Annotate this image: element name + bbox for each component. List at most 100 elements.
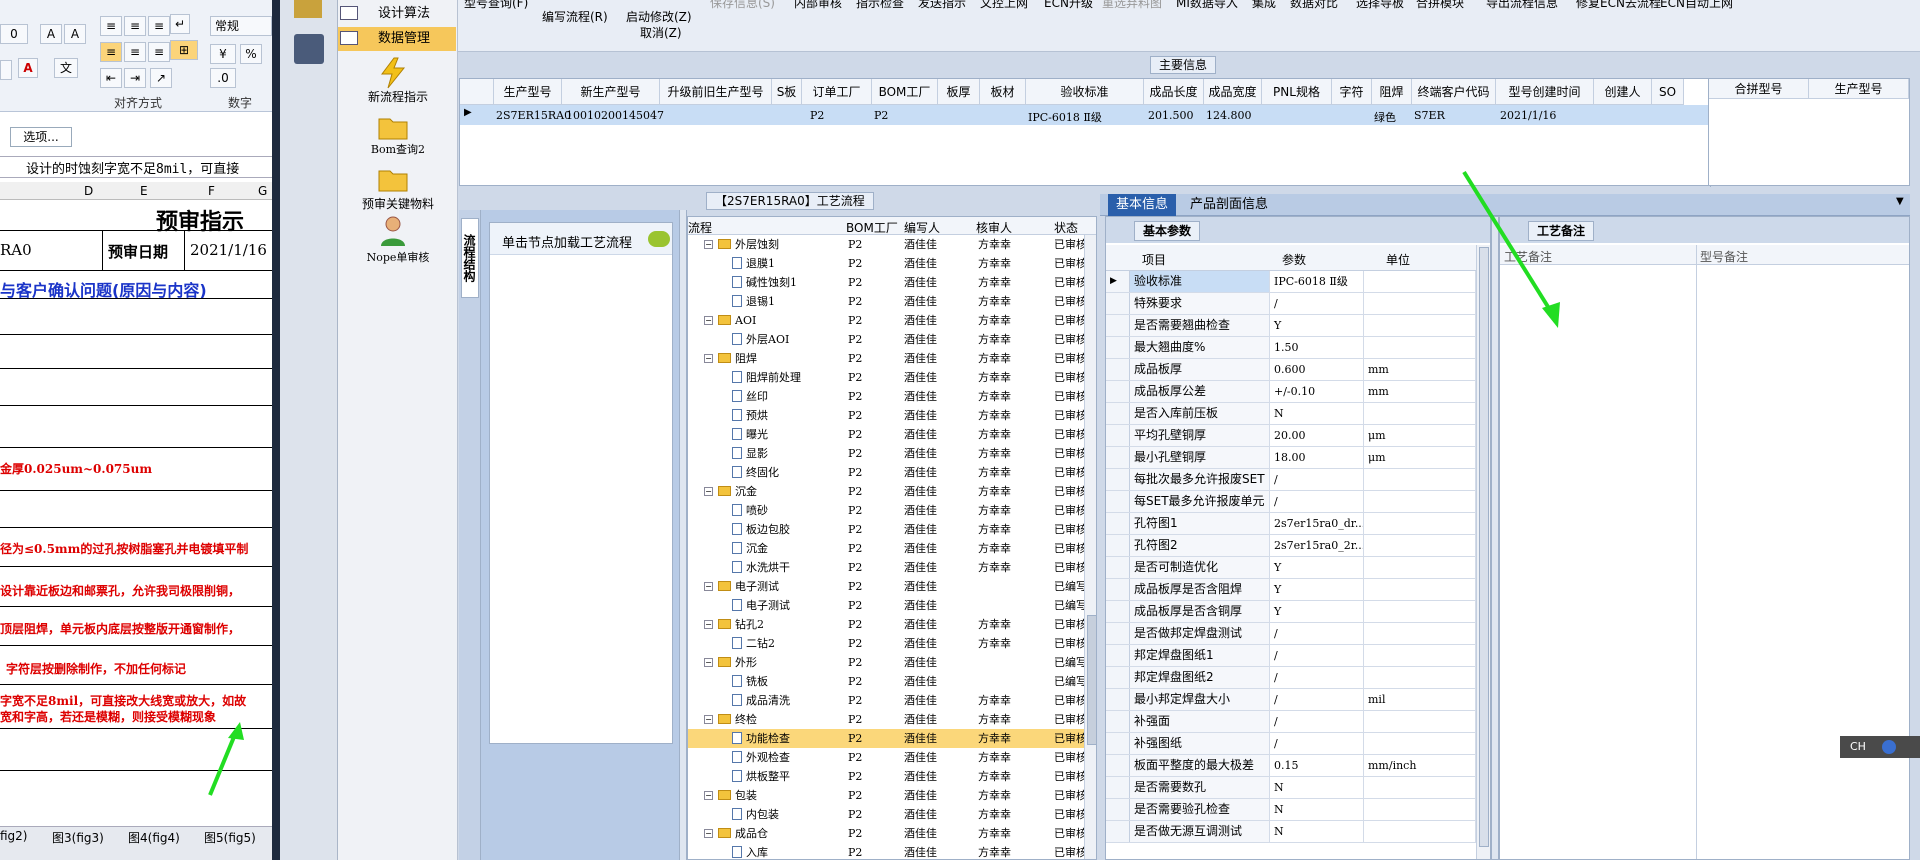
process-row[interactable]: 成品仓 − P2 酒佳佳 方幸幸 已审核 <box>688 824 1084 843</box>
th-creator[interactable]: 创建人 <box>1594 79 1652 105</box>
param-row[interactable]: 最小邦定焊盘大小 / mil <box>1106 689 1476 711</box>
param-value[interactable]: Y <box>1270 557 1364 578</box>
select-board-button[interactable]: 选择导板 <box>1356 0 1404 11</box>
node-load-box[interactable]: 单击节点加载工艺流程 <box>489 222 673 744</box>
data-compare-button[interactable]: 数据对比 <box>1290 0 1338 11</box>
align-top-button[interactable]: ≡ <box>100 16 122 36</box>
process-row[interactable]: 内包装 P2 酒佳佳 方幸幸 已审核 <box>688 805 1084 824</box>
process-row[interactable]: 板边包胶 P2 酒佳佳 方幸幸 已审核 <box>688 520 1084 539</box>
export-process-button[interactable]: 导出流程信息 <box>1486 0 1558 11</box>
row-selector[interactable] <box>1106 623 1130 644</box>
param-row[interactable]: 板面平整度的最大极差 0.15 mm/inch <box>1106 755 1476 777</box>
write-process-button[interactable]: 编写流程(R) <box>542 8 608 25</box>
bom-query-label[interactable]: Bom查询2 <box>338 141 458 157</box>
row-selector[interactable] <box>1106 601 1130 622</box>
param-row[interactable]: 是否做无源互调测试 N <box>1106 821 1476 843</box>
row-selector[interactable] <box>1106 667 1130 688</box>
increase-decimal-button[interactable]: .0 <box>210 68 236 88</box>
row-selector[interactable] <box>1106 711 1130 732</box>
param-row[interactable]: 是否需要验孔检查 N <box>1106 799 1476 821</box>
row-selector[interactable] <box>1106 689 1130 710</box>
param-row[interactable]: ▶ 验收标准 IPC-6018 Ⅱ级 <box>1106 271 1476 293</box>
reselect-material-button[interactable]: 重选弃料图 <box>1102 0 1162 11</box>
process-row[interactable]: 外层蚀刻 − P2 酒佳佳 方幸幸 已审核 <box>688 235 1084 254</box>
param-row[interactable]: 邦定焊盘图纸2/ <box>1106 667 1476 689</box>
process-row[interactable]: 沉金 − P2 酒佳佳 方幸幸 已审核 <box>688 482 1084 501</box>
process-scroll-thumb[interactable] <box>1087 615 1096 745</box>
param-value[interactable]: 2s7er15ra0_2r... <box>1270 535 1364 556</box>
th-param[interactable]: 参数 <box>1282 251 1306 268</box>
th-item[interactable]: 项目 <box>1142 251 1166 268</box>
font-size-box[interactable]: 0 <box>0 24 28 44</box>
param-value[interactable]: N <box>1270 403 1364 424</box>
th-customer[interactable]: 终端客户代码 <box>1412 79 1496 105</box>
param-row[interactable]: 成品板厚 0.600 mm <box>1106 359 1476 381</box>
param-value[interactable]: / <box>1270 293 1364 314</box>
start-modify-button[interactable]: 启动修改(Z) <box>626 8 692 25</box>
param-value[interactable]: / <box>1270 623 1364 644</box>
ecn-auto-button[interactable]: ECN自动上网 <box>1660 0 1733 11</box>
folder-icon[interactable] <box>376 162 410 196</box>
ecn-upgrade-button[interactable]: ECN升级 <box>1044 0 1093 11</box>
nope-review-label[interactable]: Nope单审核 <box>338 249 458 265</box>
menu-design-algorithm[interactable]: 设计算法 <box>338 2 456 26</box>
currency-button[interactable]: ¥ <box>210 44 236 64</box>
formula-bar[interactable]: 设计的时蚀刻字宽不足8mil，可直接 <box>26 158 239 177</box>
th-material[interactable]: 板材 <box>980 79 1026 105</box>
phonetic-button[interactable]: 文 <box>54 58 78 78</box>
param-row[interactable]: 邦定焊盘图纸1/ <box>1106 645 1476 667</box>
main-info-row[interactable]: ▶ 2S7ER15RA0 10010200145047 P2 P2 IPC-60… <box>460 105 1708 125</box>
sheet-tab-fig5[interactable]: 图5(fig5) <box>204 829 256 846</box>
align-bottom-button[interactable]: ≡ <box>148 16 170 36</box>
mi-import-button[interactable]: MI数据导入 <box>1176 0 1238 11</box>
process-row[interactable]: 外层AOI P2 酒佳佳 方幸幸 已审核 <box>688 330 1084 349</box>
row-selector[interactable] <box>1106 535 1130 556</box>
folder-icon[interactable] <box>376 110 410 144</box>
row-selector[interactable] <box>1106 293 1130 314</box>
param-row[interactable]: 是否可制造优化 Y <box>1106 557 1476 579</box>
collapse-icon[interactable]: − <box>704 829 713 838</box>
param-value[interactable]: / <box>1270 645 1364 666</box>
ime-toolbar[interactable]: CH <box>1840 736 1920 758</box>
param-value[interactable]: 20.00 <box>1270 425 1364 446</box>
process-row[interactable]: 包装 − P2 酒佳佳 方幸幸 已审核 <box>688 786 1084 805</box>
process-row[interactable]: 丝印 P2 酒佳佳 方幸幸 已审核 <box>688 387 1084 406</box>
process-row[interactable]: 沉金 P2 酒佳佳 方幸幸 已审核 <box>688 539 1084 558</box>
process-row[interactable]: 终检 − P2 酒佳佳 方幸幸 已审核 <box>688 710 1084 729</box>
user-icon[interactable] <box>376 214 410 248</box>
th-model[interactable]: 生产型号 <box>494 79 562 105</box>
process-row[interactable]: 碱性蚀刻1 P2 酒佳佳 方幸幸 已审核 <box>688 273 1084 292</box>
param-row[interactable]: 补强面 / <box>1106 711 1476 733</box>
collapse-icon[interactable]: − <box>704 354 713 363</box>
row-selector[interactable] <box>1106 403 1130 424</box>
percent-button[interactable]: % <box>240 44 262 64</box>
lightning-icon[interactable] <box>376 56 410 90</box>
shrink-font-button[interactable]: A <box>64 24 86 44</box>
tab-basic-info[interactable]: 基本信息 <box>1108 194 1177 216</box>
process-splitter[interactable] <box>679 210 687 860</box>
th-process-reviewer[interactable]: 核审人 <box>976 219 1012 236</box>
row-selector[interactable] <box>1106 447 1130 468</box>
key-material-label[interactable]: 预审关键物料 <box>338 195 458 212</box>
process-row[interactable]: 阻焊 − P2 酒佳佳 方幸幸 已审核 <box>688 349 1084 368</box>
param-value[interactable]: Y <box>1270 579 1364 600</box>
param-row[interactable]: 补强图纸 / <box>1106 733 1476 755</box>
param-value[interactable]: +/-0.10 <box>1270 381 1364 402</box>
th-process-writer[interactable]: 编写人 <box>904 219 940 236</box>
collapse-icon[interactable]: − <box>704 715 713 724</box>
param-value[interactable]: 2s7er15ra0_dr... <box>1270 513 1364 534</box>
param-row[interactable]: 最大翘曲度% 1.50 <box>1106 337 1476 359</box>
param-value[interactable]: / <box>1270 711 1364 732</box>
th-char[interactable]: 字符 <box>1332 79 1372 105</box>
grow-font-button[interactable]: A <box>40 24 62 44</box>
number-format-select[interactable]: 常规 <box>210 16 272 36</box>
param-value[interactable]: IPC-6018 Ⅱ级 <box>1270 271 1364 292</box>
model-query-button[interactable]: 型号查询(F) <box>464 0 528 11</box>
param-value[interactable]: / <box>1270 733 1364 754</box>
row-selector[interactable] <box>1106 381 1130 402</box>
row-selector[interactable] <box>1106 557 1130 578</box>
module-icon-1[interactable] <box>294 0 322 18</box>
process-row[interactable]: 成品清洗 P2 酒佳佳 方幸幸 已审核 <box>688 691 1084 710</box>
align-middle-button[interactable]: ≡ <box>124 16 146 36</box>
row-selector[interactable] <box>1106 733 1130 754</box>
